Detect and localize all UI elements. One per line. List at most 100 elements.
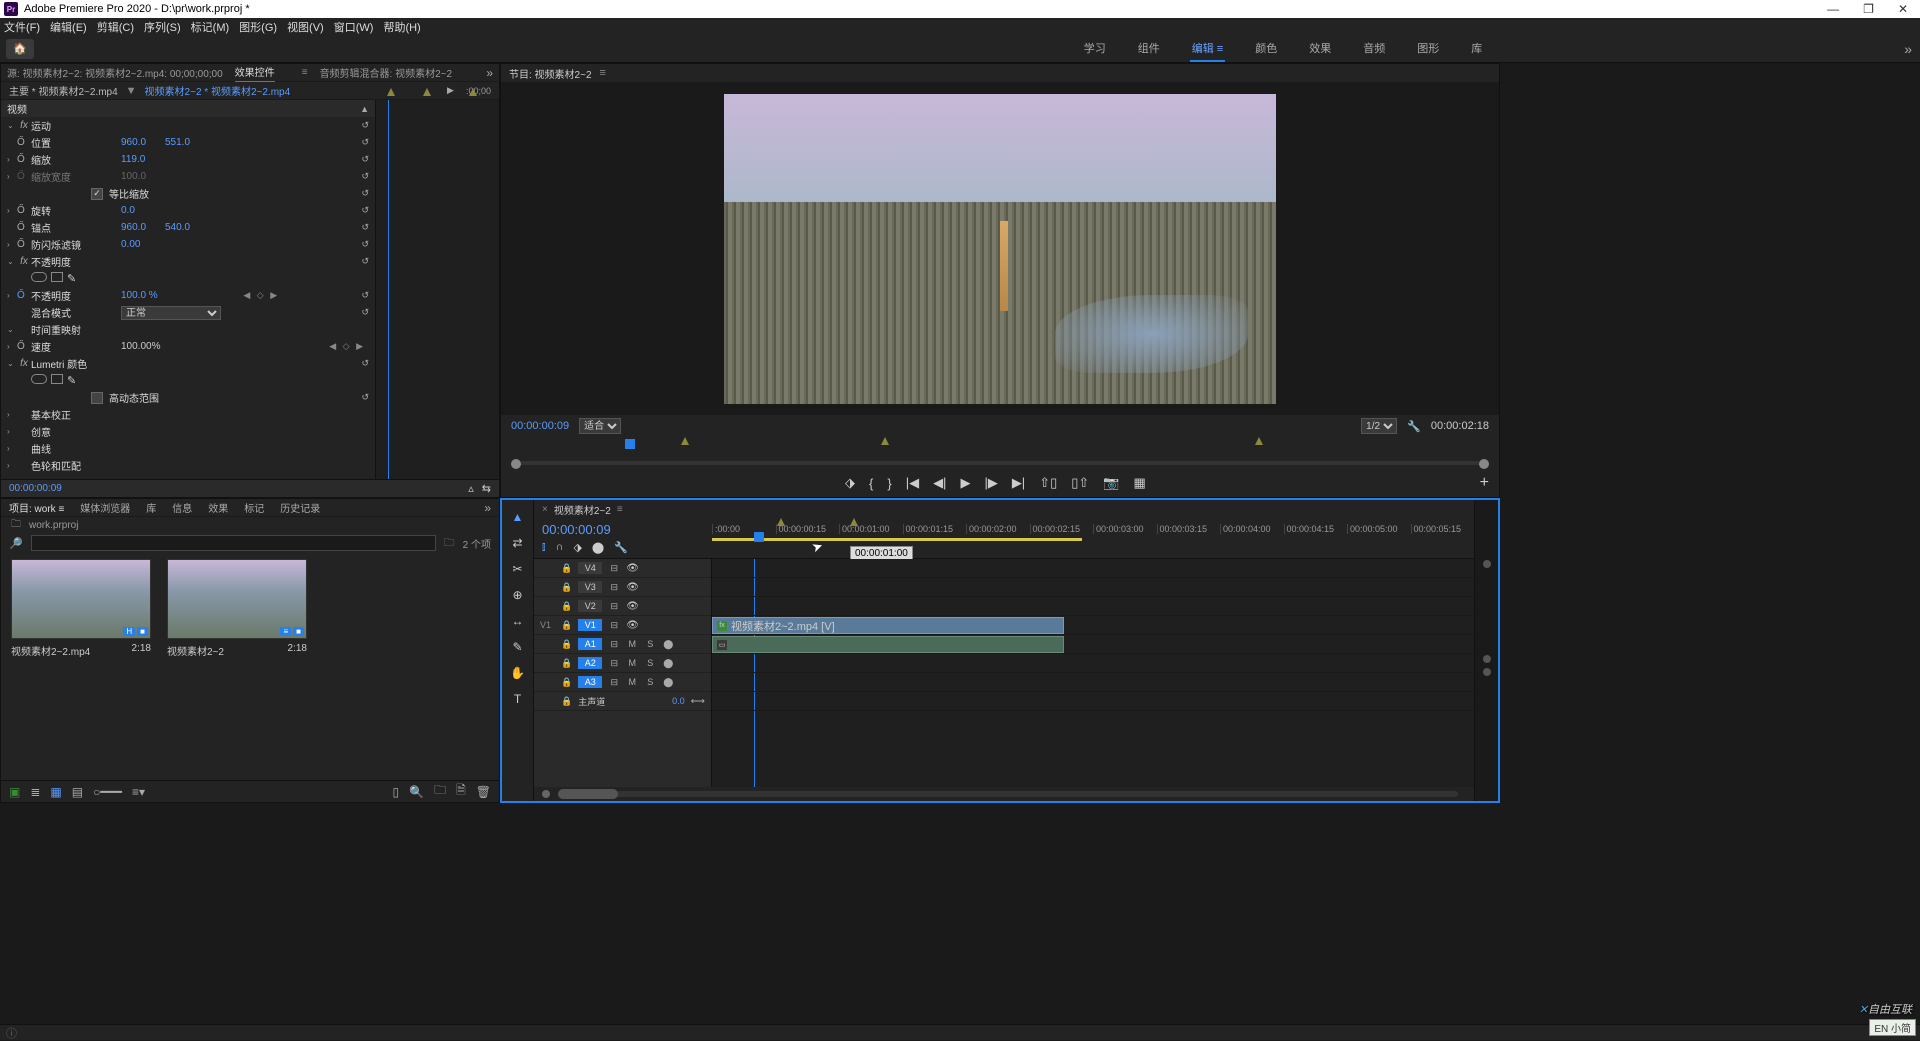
track-target[interactable]: A2 <box>578 657 602 669</box>
tool-button[interactable]: ⊕ <box>509 586 527 604</box>
basic-correction-label[interactable]: 基本校正 <box>31 407 121 422</box>
solo-button[interactable]: S <box>644 658 656 668</box>
opacity-label[interactable]: 不透明度 <box>31 254 121 269</box>
linked-selection-button[interactable]: ∩ <box>556 541 564 554</box>
auto-match-button[interactable]: ≡▾ <box>132 785 145 799</box>
reset-button[interactable]: ↺ <box>361 307 369 318</box>
creative-label[interactable]: 创意 <box>31 424 121 439</box>
menu-item[interactable]: 帮助(H) <box>383 19 420 35</box>
curves-label[interactable]: 曲线 <box>31 441 121 456</box>
filter-icon[interactable]: 🔎 <box>9 537 23 550</box>
mark-in-button[interactable]: ⬗ <box>845 475 855 491</box>
reset-button[interactable]: ↺ <box>361 256 369 267</box>
marker-icon[interactable] <box>777 518 785 526</box>
workspace-tab[interactable]: 编辑 ≡ <box>1190 36 1225 62</box>
extract-button[interactable]: ▯⇧ <box>1071 475 1089 491</box>
icon-view-button[interactable]: ▦ <box>50 785 61 799</box>
time-remap-label[interactable]: 时间重映射 <box>31 322 121 337</box>
ec-mini-timeline[interactable] <box>376 100 499 479</box>
project-item[interactable]: ≡■ 视频素材2~22:18 <box>167 559 307 658</box>
anchor-y[interactable]: 540.0 <box>165 222 209 233</box>
workspace-overflow-button[interactable]: » <box>1904 41 1912 57</box>
work-area-bar[interactable] <box>712 538 1082 541</box>
stopwatch-icon[interactable]: Ő <box>17 137 31 148</box>
find-button[interactable]: 🔍 <box>409 785 424 799</box>
project-tab[interactable]: 库 <box>146 500 156 515</box>
audio-track-header[interactable]: V1🔒A1⊟MS⬤ <box>534 635 711 654</box>
pen-mask-button[interactable]: ✎ <box>67 272 76 285</box>
video-track-header[interactable]: V1🔒V3⊟👁 <box>534 578 711 597</box>
settings-button[interactable]: ⬤ <box>592 541 604 554</box>
mute-button[interactable]: M <box>626 658 638 668</box>
zoom-slider[interactable]: ○━━━ <box>93 785 122 799</box>
program-timecode[interactable]: 00:00:00:09 <box>511 420 569 432</box>
reset-button[interactable]: ↺ <box>361 239 369 250</box>
new-bin-button[interactable]: 🗀 <box>434 781 446 802</box>
workspace-tab[interactable]: 图形 <box>1415 36 1441 62</box>
trash-button[interactable]: 🗑 <box>476 785 491 799</box>
program-tab[interactable]: 节目: 视频素材2~2 <box>509 66 592 81</box>
position-x[interactable]: 960.0 <box>121 137 165 148</box>
comparison-button[interactable]: ▦ <box>1133 475 1145 491</box>
lock-icon[interactable]: 🔒 <box>561 620 572 631</box>
mark-out-icon[interactable]: } <box>887 476 891 491</box>
reset-button[interactable]: ↺ <box>361 188 369 199</box>
sync-lock-icon[interactable]: ⊟ <box>608 639 620 650</box>
reset-button[interactable]: ↺ <box>361 154 369 165</box>
uniform-scale-checkbox[interactable] <box>91 188 103 200</box>
step-back-button[interactable]: ◀| <box>933 475 946 491</box>
keyframe-nav[interactable]: ◀ ◇ ▶ <box>329 341 365 352</box>
audio-track-header[interactable]: V1🔒A3⊟MS⬤ <box>534 673 711 692</box>
reset-button[interactable]: ↺ <box>361 222 369 233</box>
fx-toggle-icon[interactable]: fx <box>17 358 31 369</box>
project-search-input[interactable] <box>31 535 436 551</box>
tool-button[interactable]: ▲ <box>509 508 527 526</box>
playhead-line[interactable] <box>388 100 389 479</box>
sync-lock-icon[interactable]: ⊟ <box>608 620 620 631</box>
mute-button[interactable]: M <box>626 639 638 649</box>
fx-toggle-icon[interactable]: fx <box>17 120 31 131</box>
snap-button[interactable]: ⫾ <box>542 541 546 554</box>
meter-handle[interactable] <box>1483 560 1491 568</box>
rect-mask-button[interactable] <box>51 272 63 282</box>
opacity-value[interactable]: 100.0 % <box>121 290 165 301</box>
lift-button[interactable]: ⇧▯ <box>1039 475 1057 491</box>
scroll-handle[interactable] <box>1479 459 1489 469</box>
marker-button[interactable]: ⬗ <box>573 541 581 554</box>
sync-lock-icon[interactable]: ⊟ <box>608 582 620 593</box>
sync-lock-icon[interactable]: ⊟ <box>608 601 620 612</box>
project-tab[interactable]: 标记 <box>244 500 264 515</box>
workspace-tab[interactable]: 组件 <box>1136 36 1162 62</box>
marker-icon[interactable] <box>387 88 395 96</box>
lock-icon[interactable]: 🔒 <box>561 582 572 593</box>
program-scrollbar[interactable] <box>511 457 1489 469</box>
new-bin-icon[interactable]: 🗀 <box>444 534 455 553</box>
reset-button[interactable]: ↺ <box>361 392 369 403</box>
go-to-out-button[interactable]: ▶| <box>1012 475 1025 491</box>
timeline-playhead[interactable] <box>754 532 764 542</box>
reset-button[interactable]: ↺ <box>361 205 369 216</box>
anchor-x[interactable]: 960.0 <box>121 222 165 233</box>
marker-icon[interactable] <box>1255 437 1263 445</box>
ec-timecode[interactable]: 00:00:00:09 <box>9 483 62 494</box>
timeline-clips-area[interactable]: fx视频素材2~2.mp4 [V] ▭ <box>712 559 1474 787</box>
audio-clip[interactable]: ▭ <box>712 636 1064 653</box>
speed-value[interactable]: 100.00% <box>121 341 160 352</box>
timeline-ruler[interactable]: :00:0000:00:00:1500:00:01:0000:00:01:150… <box>712 518 1474 556</box>
project-tab[interactable]: 效果 <box>208 500 228 515</box>
program-ruler[interactable] <box>511 437 1489 457</box>
list-view-button[interactable]: ≣ <box>30 785 40 799</box>
menu-item[interactable]: 视图(V) <box>287 19 324 35</box>
marker-icon[interactable] <box>469 88 477 96</box>
maximize-button[interactable]: ❐ <box>1863 2 1874 16</box>
program-res-select[interactable]: 1/2 <box>1361 418 1397 434</box>
timeline-timecode[interactable]: 00:00:00:09 <box>542 522 704 537</box>
sync-lock-icon[interactable]: ⊟ <box>608 563 620 574</box>
workspace-tab[interactable]: 学习 <box>1082 36 1108 62</box>
menu-item[interactable]: 窗口(W) <box>334 19 374 35</box>
eye-icon[interactable]: 👁 <box>626 620 639 631</box>
tool-button[interactable]: ✎ <box>509 638 527 656</box>
stopwatch-icon[interactable]: Ő <box>17 205 31 216</box>
lock-icon[interactable]: 🔒 <box>561 658 572 669</box>
workspace-tab[interactable]: 效果 <box>1307 36 1333 62</box>
